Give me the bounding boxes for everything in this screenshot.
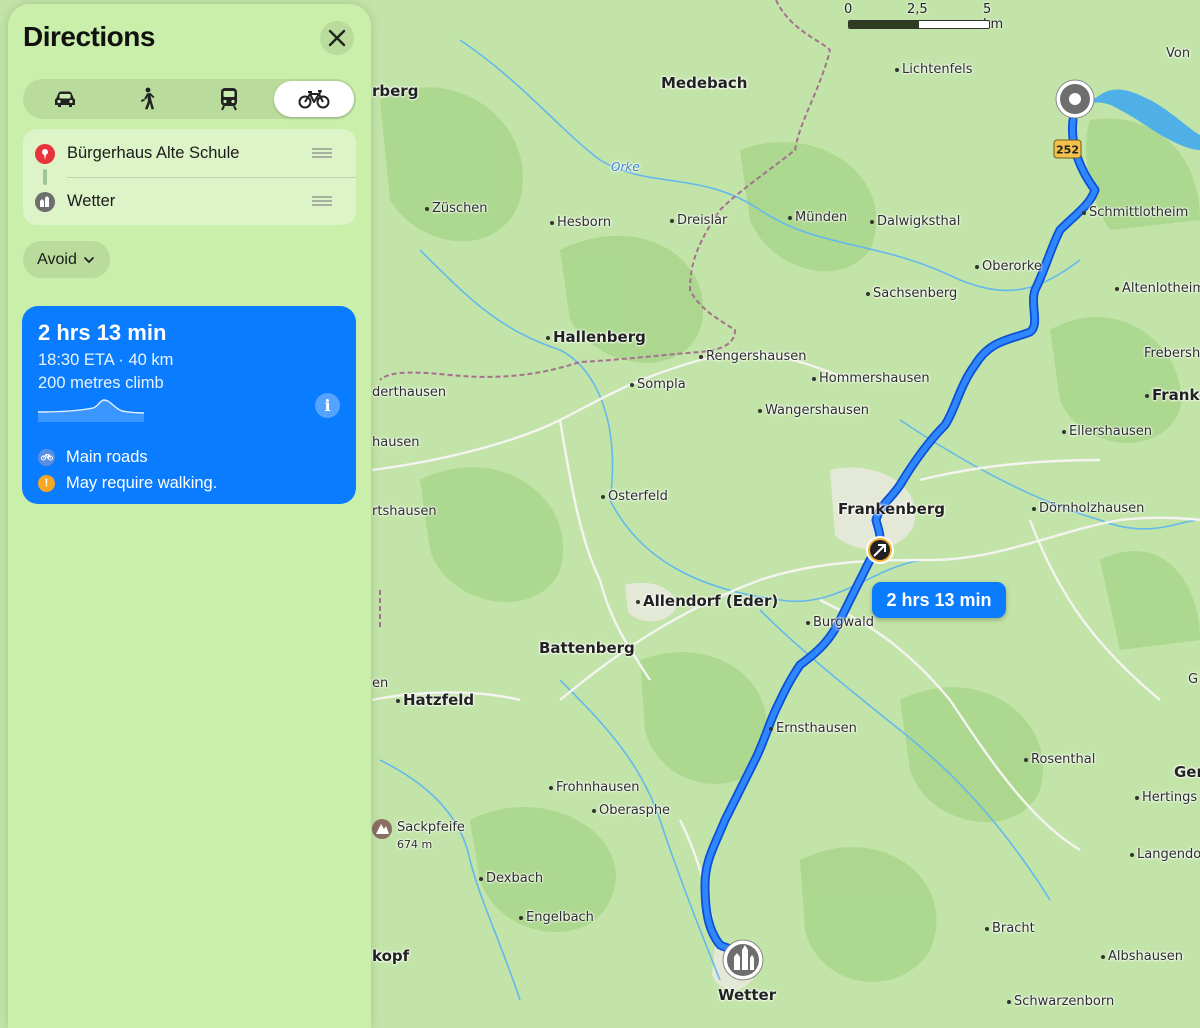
transit-icon [221, 88, 237, 111]
road-shield-252: 252 [1053, 139, 1082, 159]
place-label[interactable]: G [1188, 672, 1198, 687]
place-label[interactable]: Altenlotheim [1115, 281, 1200, 296]
drag-handle-icon[interactable] [312, 148, 332, 158]
route-climb: 200 metres climb [38, 374, 164, 392]
place-label[interactable]: Schmittlotheim [1082, 205, 1188, 220]
route-stops: Bürgerhaus Alte Schule Wetter [23, 129, 356, 225]
place-label[interactable]: Burgwald [806, 615, 874, 630]
place-label[interactable]: hausen [372, 435, 419, 450]
place-label[interactable]: Osterfeld [601, 489, 668, 504]
place-label[interactable]: Dörnholzhausen [1032, 501, 1144, 516]
place-label[interactable]: en [372, 676, 388, 691]
drag-handle-icon[interactable] [312, 196, 332, 206]
place-label[interactable]: Dalwigksthal [870, 214, 960, 229]
route-note: Main roads [38, 446, 148, 468]
route-time-callout[interactable]: 2 hrs 13 min [872, 582, 1006, 618]
place-label[interactable]: Frohnhausen [549, 780, 639, 795]
directions-panel: Directions Bürgerhaus Alte Schule Wetter [8, 4, 371, 1028]
place-label[interactable]: rberg [372, 82, 418, 100]
place-label[interactable]: rtshausen [372, 504, 437, 519]
stop-start-name[interactable]: Bürgerhaus Alte Schule [67, 144, 239, 163]
place-label[interactable]: Ernsthausen [769, 721, 857, 736]
car-icon [55, 91, 75, 107]
place-label[interactable]: kopf [372, 947, 409, 965]
avoid-button[interactable]: Avoid [23, 241, 110, 278]
place-label[interactable]: Hesborn [550, 215, 611, 230]
avoid-label: Avoid [37, 250, 77, 268]
elevation-profile [38, 399, 144, 422]
route-card[interactable]: 2 hrs 13 min 18:30 ETA · 40 km 200 metre… [22, 306, 356, 504]
place-label[interactable]: Hertings [1135, 790, 1197, 805]
peak-elevation: 674 m [397, 838, 433, 851]
panel-title: Directions [23, 21, 155, 52]
scale-label-0: 0 [844, 2, 853, 17]
place-label[interactable]: Hommershausen [812, 371, 930, 386]
transport-mode-selector [23, 79, 356, 119]
route-note-text: Main roads [66, 447, 148, 466]
route-duration: 2 hrs 13 min [38, 320, 167, 345]
bicycle-badge-icon [38, 448, 55, 466]
place-label[interactable]: Battenberg [539, 639, 635, 657]
route-note-text: May require walking. [66, 473, 218, 492]
place-label[interactable]: Rosenthal [1024, 752, 1095, 767]
stop-destination-name[interactable]: Wetter [67, 192, 115, 211]
place-label[interactable]: Wangershausen [758, 403, 869, 418]
destination-marker[interactable] [722, 939, 764, 981]
place-label[interactable]: Franke [1145, 386, 1200, 404]
mountain-peak-icon [372, 819, 392, 839]
mode-transit-button[interactable] [189, 81, 269, 117]
start-marker[interactable] [1055, 79, 1095, 119]
place-label[interactable]: Albshausen [1101, 949, 1183, 964]
place-label[interactable]: Oberasphe [592, 803, 670, 818]
peak-label[interactable]: Sackpfeife [397, 820, 465, 835]
mode-walk-button[interactable] [107, 81, 187, 117]
place-label[interactable]: Langendo [1130, 847, 1200, 862]
place-label[interactable]: Dreislar [670, 213, 727, 228]
route-eta-distance: 18:30 ETA · 40 km [38, 351, 174, 369]
place-label[interactable]: Oberorke [975, 259, 1042, 274]
river-label: Orke [611, 160, 640, 174]
place-label[interactable]: Rengershausen [699, 349, 807, 364]
place-label[interactable]: Dexbach [479, 871, 543, 886]
bicycle-icon [298, 90, 330, 109]
place-label[interactable]: Medebach [661, 74, 747, 92]
landmark-icon [35, 192, 55, 212]
svg-text:252: 252 [1056, 144, 1079, 157]
place-label[interactable]: Ellershausen [1062, 424, 1152, 439]
place-label[interactable]: Von [1166, 46, 1190, 61]
map-scale: 0 2,5 5 km [844, 2, 1003, 32]
scale-label-mid: 2,5 [907, 2, 928, 17]
route-info-button[interactable]: i [315, 393, 340, 418]
place-label[interactable]: Lichtenfels [895, 62, 973, 77]
place-label[interactable]: Wetter [718, 986, 776, 1004]
place-label[interactable]: Frankenberg [838, 500, 945, 518]
walk-icon [141, 87, 155, 110]
stop-destination[interactable]: Wetter [23, 177, 356, 225]
place-label[interactable]: Schwarzenborn [1007, 994, 1114, 1009]
close-button[interactable] [320, 21, 354, 55]
place-label[interactable]: Engelbach [519, 910, 594, 925]
place-label[interactable]: derthausen [372, 385, 446, 400]
mode-car-button[interactable] [25, 81, 105, 117]
place-label[interactable]: Bracht [985, 921, 1035, 936]
place-label[interactable]: Sompla [630, 377, 686, 392]
place-label[interactable]: Züschen [425, 201, 488, 216]
close-icon [328, 29, 346, 47]
route-note: ! May require walking. [38, 472, 217, 494]
place-label[interactable]: Allendorf (Eder) [636, 592, 778, 610]
place-label[interactable]: Hatzfeld [396, 691, 474, 709]
place-label[interactable]: Frebersh [1144, 346, 1200, 361]
red-pin-icon [35, 144, 55, 164]
place-label[interactable]: Hallenberg [546, 328, 646, 346]
turn-icon[interactable] [866, 536, 894, 564]
warning-icon: ! [38, 474, 55, 492]
scale-bar [848, 20, 990, 29]
place-label[interactable]: Münden [788, 210, 847, 225]
place-label[interactable]: Ger [1174, 763, 1200, 781]
stop-start[interactable]: Bürgerhaus Alte Schule [23, 129, 356, 177]
chevron-down-icon [83, 256, 94, 263]
mode-bicycle-button[interactable] [274, 81, 354, 117]
place-label[interactable]: Sachsenberg [866, 286, 957, 301]
